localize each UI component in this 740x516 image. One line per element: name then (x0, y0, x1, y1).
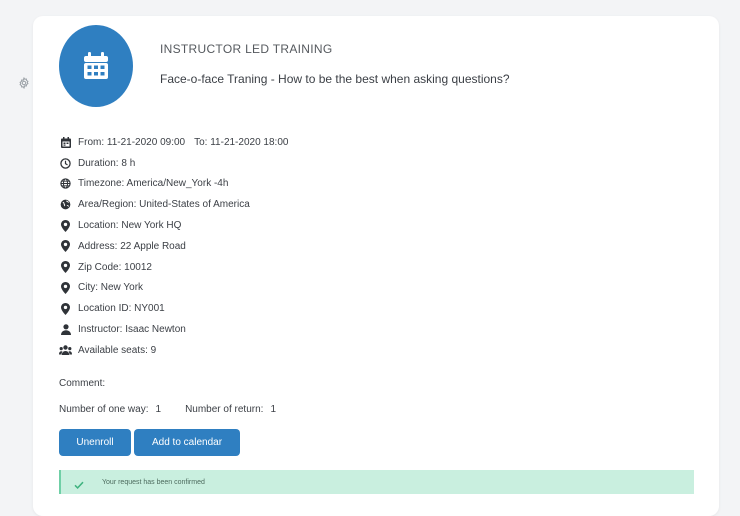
detail-zip: Zip Code: 10012 (59, 257, 288, 278)
detail-address: Address: 22 Apple Road (59, 236, 288, 257)
users-icon (59, 344, 72, 356)
detail-duration: Duration: 8 h (59, 153, 288, 174)
map-pin-icon (59, 302, 72, 315)
detail-timezone: Timezone: America/New_York -4h (59, 174, 288, 195)
comment-label: Comment: (59, 378, 106, 389)
check-icon (74, 477, 84, 489)
confirmation-alert: Your request has been confirmed (59, 470, 694, 494)
detail-seats: Available seats: 9 (59, 340, 288, 361)
return-label: Number of return: (185, 404, 264, 415)
training-type-label: INSTRUCTOR LED TRAINING (160, 42, 333, 56)
gear-icon[interactable] (18, 76, 30, 90)
trip-counts: Number of one way: 1 Number of return: 1 (59, 404, 276, 415)
add-to-calendar-button[interactable]: Add to calendar (134, 429, 240, 456)
detail-city: City: New York (59, 278, 288, 299)
globe-icon (59, 178, 72, 190)
map-pin-icon (59, 261, 72, 274)
detail-from: From: 11-21-2020 09:00 (78, 136, 186, 148)
training-badge (59, 25, 133, 107)
detail-region: Area/Region: United-States of America (59, 194, 288, 215)
return-value: 1 (270, 404, 276, 415)
clock-icon (59, 157, 72, 169)
calendar-icon (59, 136, 72, 148)
course-title: Face-o-face Traning - How to be the best… (160, 72, 510, 86)
unenroll-button[interactable]: Unenroll (59, 429, 131, 456)
one-way-label: Number of one way: (59, 404, 149, 415)
detail-location: Location: New York HQ (59, 215, 288, 236)
one-way-value: 1 (155, 404, 162, 415)
detail-date: From: 11-21-2020 09:00 To: 11-21-2020 18… (59, 132, 288, 153)
calendar-icon (84, 52, 108, 79)
map-pin-icon (59, 240, 72, 253)
map-pin-icon (59, 219, 72, 232)
earth-icon (59, 199, 72, 211)
alert-message: Your request has been confirmed (102, 478, 205, 486)
detail-to: To: 11-21-2020 18:00 (194, 136, 289, 148)
detail-instructor: Instructor: Isaac Newton (59, 319, 288, 340)
map-pin-icon (59, 281, 72, 294)
training-details-list: From: 11-21-2020 09:00 To: 11-21-2020 18… (59, 132, 288, 361)
detail-location-id: Location ID: NY001 (59, 298, 288, 319)
user-icon (59, 324, 72, 336)
